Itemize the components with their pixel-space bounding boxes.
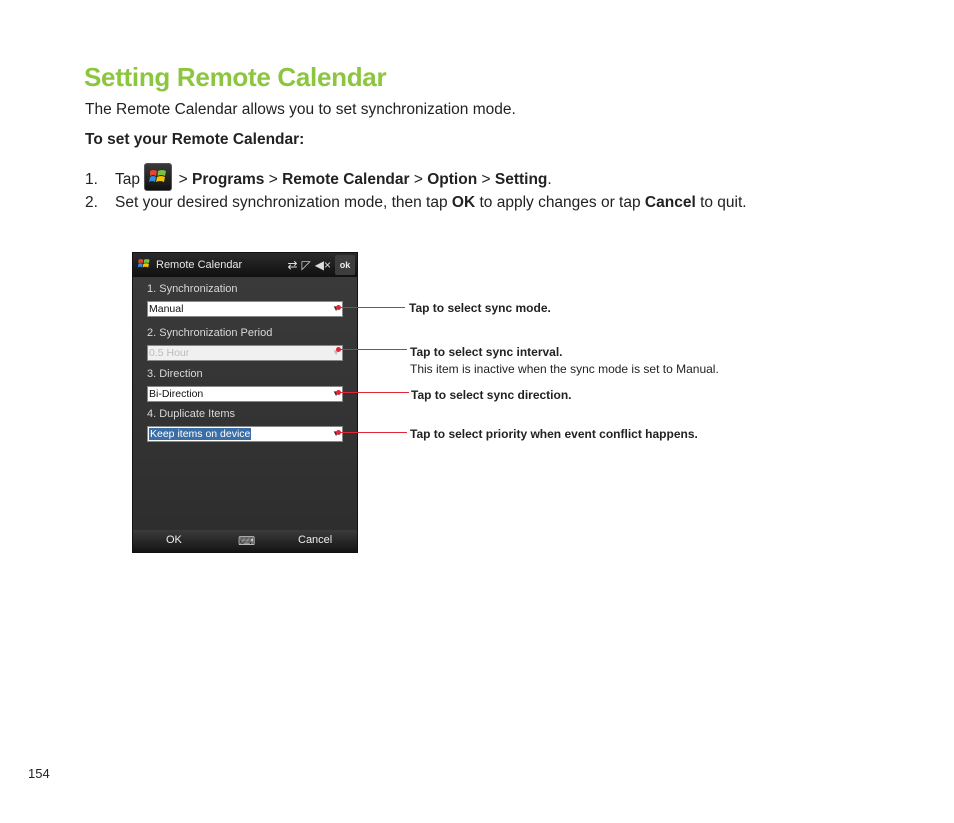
keyboard-icon[interactable]: ⌨	[238, 534, 255, 548]
menu-remote-calendar: Remote Calendar	[282, 171, 410, 188]
step-text: to quit.	[700, 194, 747, 211]
callout-line	[339, 392, 409, 393]
softkey-cancel[interactable]: Cancel	[298, 534, 332, 546]
callout-sync-mode: Tap to select sync mode.	[409, 301, 551, 315]
callout-priority: Tap to select priority when event confli…	[410, 427, 698, 441]
callout-line	[339, 307, 405, 308]
sync-mode-select[interactable]: Manual ▼	[147, 301, 343, 317]
direction-select[interactable]: Bi-Direction ▼	[147, 386, 343, 402]
separator: >	[178, 171, 188, 188]
step-text: Set your desired synchronization mode, t…	[115, 194, 448, 211]
field-label-sync-period: 2. Synchronization Period	[147, 327, 273, 339]
field-label-direction: 3. Direction	[147, 368, 203, 380]
sync-period-select: 0.5 Hour ▼	[147, 345, 343, 361]
callout-text: Tap to select sync direction.	[411, 388, 572, 402]
intro-text: The Remote Calendar allows you to set sy…	[85, 101, 516, 118]
cancel-label: Cancel	[644, 194, 696, 211]
device-screenshot: Remote Calendar ⇄ ◸ ◀× ok 1. Synchroniza…	[132, 252, 358, 553]
callout-text: Tap to select sync mode.	[409, 301, 551, 315]
field-label-synchronization: 1. Synchronization	[147, 283, 238, 295]
step-text: Tap	[115, 171, 140, 188]
menu-option: Option	[427, 171, 478, 188]
step-number: 1.	[85, 171, 98, 188]
window-title: Remote Calendar	[156, 259, 243, 271]
page-number: 154	[28, 766, 50, 781]
select-value: Manual	[149, 303, 184, 315]
callout-sync-interval: Tap to select sync interval. This item i…	[410, 345, 719, 376]
separator: >	[481, 171, 491, 188]
menu-programs: Programs	[192, 171, 265, 188]
page-title: Setting Remote Calendar	[84, 62, 387, 92]
windows-start-icon[interactable]	[137, 257, 151, 274]
select-value: Bi-Direction	[149, 388, 204, 400]
select-value: 0.5 Hour	[149, 347, 190, 359]
select-value: Keep items on device	[149, 428, 252, 440]
separator: >	[268, 171, 278, 188]
signal-icon: ◸	[301, 258, 311, 272]
section-subhead: To set your Remote Calendar:	[85, 131, 305, 148]
soft-key-bar: OK ⌨ Cancel	[133, 530, 357, 552]
duplicate-items-select[interactable]: Keep items on device ▼	[147, 426, 343, 442]
callout-sync-direction: Tap to select sync direction.	[411, 388, 572, 402]
sync-icon: ⇄	[287, 258, 298, 272]
callout-text: Tap to select sync interval.	[410, 345, 563, 359]
step-number: 2.	[85, 194, 98, 211]
title-bar: Remote Calendar ⇄ ◸ ◀× ok	[133, 253, 357, 277]
volume-mute-icon[interactable]: ◀×	[315, 258, 331, 272]
settings-form: 1. Synchronization Manual ▼ 2. Synchroni…	[133, 277, 357, 530]
ok-label: OK	[451, 194, 476, 211]
title-ok-button[interactable]: ok	[335, 255, 355, 275]
step-2: 2. Set your desired synchronization mode,…	[85, 194, 747, 212]
softkey-ok[interactable]: OK	[166, 534, 182, 546]
callout-line	[339, 432, 407, 433]
menu-setting: Setting	[494, 171, 548, 188]
callout-text: Tap to select priority when event confli…	[410, 427, 698, 441]
callout-subtext: This item is inactive when the sync mode…	[410, 362, 719, 376]
separator: >	[413, 171, 423, 188]
period: .	[547, 171, 552, 188]
field-label-duplicate-items: 4. Duplicate Items	[147, 408, 236, 420]
step-text: to apply changes or tap	[479, 194, 641, 211]
step-1: 1. Tap > Programs > Remote Calendar > Opt…	[85, 163, 552, 191]
callout-line	[339, 349, 407, 350]
windows-start-icon	[144, 163, 173, 191]
